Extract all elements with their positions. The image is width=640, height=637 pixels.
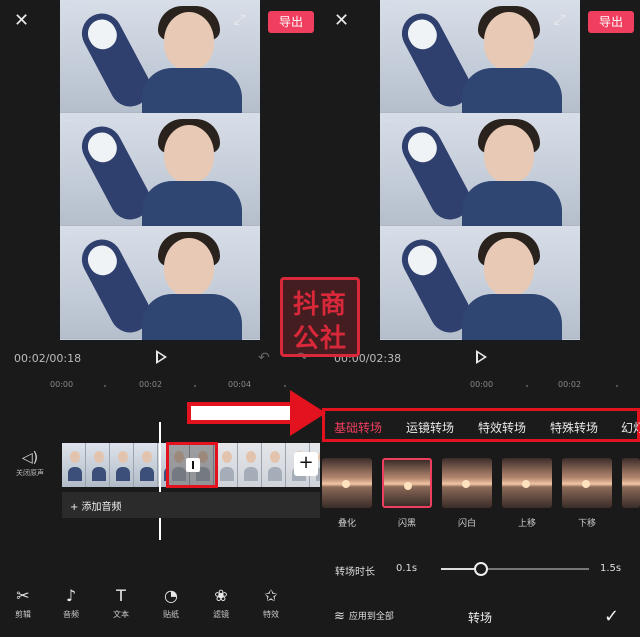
stack-icon: ≋	[334, 609, 345, 624]
transition-button[interactable]	[166, 442, 218, 488]
add-audio-button[interactable]: + 添加音频	[62, 492, 320, 518]
playhead[interactable]	[159, 422, 161, 540]
undo-icon[interactable]: ↶	[258, 350, 270, 366]
video-clip[interactable]	[62, 443, 166, 487]
transition-label: 叠化	[337, 519, 356, 529]
close-icon[interactable]: ✕	[334, 12, 349, 30]
bottom-toolbar: ✂ 剪辑 ♪ 音频 T 文本 ◔ 贴纸 ❀ 滤镜 ✩ 特效	[0, 586, 320, 637]
tool-cut[interactable]: ✂ 剪辑	[3, 586, 43, 620]
music-note-icon: ♪	[65, 586, 77, 605]
tab-special-transition[interactable]: 特殊转场	[550, 419, 598, 436]
annotation-arrow	[187, 402, 295, 424]
video-preview: · · · · · · · · · · · ·	[0, 0, 320, 378]
timeline-ruler: 00:00 00:02 00:04	[0, 378, 320, 396]
speaker-icon: ◁)	[21, 450, 39, 466]
slider-knob[interactable]	[473, 562, 488, 576]
mute-original-sound[interactable]: ◁) 关闭原声	[10, 450, 50, 478]
panel-title: 转场	[468, 611, 493, 625]
transition-bottom-bar: ≋ 应用到全部 转场 ✓	[320, 602, 640, 637]
ruler-tick: 00:02	[139, 380, 163, 389]
mute-label: 关闭原声	[16, 469, 44, 477]
add-clip-button[interactable]: +	[294, 452, 318, 476]
preview-image: · · · · · · · · · · · ·	[380, 0, 580, 340]
video-preview: · · · · · · · · · · · ·	[320, 0, 640, 378]
apply-to-all-button[interactable]: ≋ 应用到全部	[334, 609, 394, 624]
check-icon[interactable]: ✓	[604, 606, 619, 627]
transition-thumb-flash-white[interactable]	[442, 458, 492, 508]
tool-audio[interactable]: ♪ 音频	[51, 586, 91, 620]
tab-camera-transition[interactable]: 运镜转场	[406, 419, 454, 436]
tool-filter[interactable]: ❀ 滤镜	[201, 586, 241, 620]
transition-thumb-dissolve[interactable]	[322, 458, 372, 508]
fullscreen-icon[interactable]: ⤢	[234, 13, 245, 27]
preview-image: · · · · · · · · · · · ·	[60, 0, 260, 340]
transition-category-tabs: 基础转场 运镜转场 特效转场 特殊转场 幻灯	[322, 408, 640, 442]
transition-thumb-more[interactable]	[622, 458, 640, 508]
tab-effect-transition[interactable]: 特效转场	[478, 419, 526, 436]
transition-thumb-move-up[interactable]	[502, 458, 552, 508]
tool-text[interactable]: T 文本	[101, 586, 141, 620]
duration-max: 1.5s	[600, 563, 622, 574]
sticker-icon: ◔	[164, 586, 178, 605]
tab-slideshow-transition[interactable]: 幻灯	[621, 419, 640, 436]
left-editor-panel: · · · · · · · · · · · · ✕ ⤢ 导出 00:02/00:…	[0, 0, 320, 637]
transition-label: 上移	[517, 519, 536, 529]
transition-label: 闪黑	[397, 519, 416, 529]
timeline-ruler: 00:00 00:02	[320, 378, 640, 396]
export-button[interactable]: 导出	[588, 11, 634, 33]
tab-basic-transition[interactable]: 基础转场	[334, 419, 382, 436]
play-icon[interactable]	[476, 350, 487, 364]
text-icon: T	[116, 586, 126, 605]
fullscreen-icon[interactable]: ⤢	[554, 13, 565, 27]
right-editor-panel: · · · · · · · · · · · · ✕ ⤢ 导出 00:00/02:…	[320, 0, 640, 637]
transition-thumb-move-down[interactable]	[562, 458, 612, 508]
add-audio-label: + 添加音频	[70, 502, 122, 513]
close-icon[interactable]: ✕	[14, 12, 29, 30]
tool-sticker[interactable]: ◔ 贴纸	[151, 586, 191, 620]
effects-icon: ✩	[264, 586, 278, 605]
filter-icon: ❀	[214, 586, 228, 605]
transition-label: 下移	[577, 519, 596, 529]
ruler-tick: 00:00	[50, 380, 74, 389]
timecode: 00:02/00:18	[14, 352, 82, 365]
duration-slider[interactable]	[441, 562, 589, 576]
scissors-icon: ✂	[16, 586, 30, 605]
play-icon[interactable]	[156, 350, 167, 364]
annotation-arrow-head	[290, 390, 326, 436]
transition-label: 闪白	[457, 519, 476, 529]
ruler-tick: 00:04	[228, 380, 252, 389]
watermark-stamp: 抖商 公社	[280, 277, 360, 357]
duration-min: 0.1s	[396, 563, 418, 574]
transition-options: 叠化 闪黑 闪白 上移 下移	[320, 458, 640, 529]
ruler-tick: 00:02	[558, 380, 582, 389]
duration-label: 转场时长	[335, 567, 375, 578]
transition-icon	[186, 458, 200, 472]
ruler-tick: 00:00	[470, 380, 494, 389]
export-button[interactable]: 导出	[268, 11, 314, 33]
apply-all-label: 应用到全部	[348, 612, 394, 622]
tool-effects[interactable]: ✩ 特效	[251, 586, 291, 620]
transition-thumb-flash-black[interactable]	[382, 458, 432, 508]
